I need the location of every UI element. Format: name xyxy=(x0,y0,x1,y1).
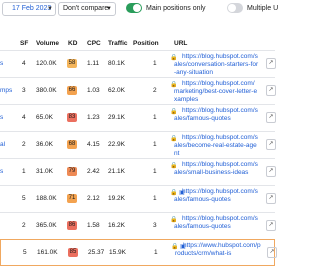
sf-count[interactable]: 3 xyxy=(22,87,26,94)
url-link[interactable]: https://blog.hubspot.com/sales/conversat… xyxy=(174,53,260,77)
position-value: 1 xyxy=(153,168,157,175)
kd-badge: 68 xyxy=(67,140,77,149)
sf-count[interactable]: 2 xyxy=(22,222,26,229)
chevron-down-icon: ▼ xyxy=(47,6,53,12)
main-positions-toggle[interactable] xyxy=(126,3,142,13)
url-link[interactable]: https://blog.hubspot.com/marketing/best-… xyxy=(174,80,260,104)
volume-value: 31.0K xyxy=(36,168,53,175)
volume-value: 120.0K xyxy=(36,60,57,67)
table-row: mps 3 380.0K 66 1.03 62.0K 2 🔒 https://blog.hubs… xyxy=(0,77,276,104)
multiple-urls-label: Multiple U xyxy=(247,5,279,12)
kd-badge: 71 xyxy=(67,194,77,203)
toolbar: 17 Feb 2023 ▼ Don't compare ▼ Main posit… xyxy=(0,0,279,20)
cpc-value: 25.37 xyxy=(88,249,105,256)
header-url[interactable]: URL xyxy=(174,40,187,47)
cpc-value: 2.12 xyxy=(87,195,100,202)
kd-badge: 83 xyxy=(67,113,77,122)
trend-chart-icon[interactable]: ↗ xyxy=(266,58,276,69)
header-volume[interactable]: Volume xyxy=(36,40,59,47)
compare-dropdown[interactable]: Don't compare ▼ xyxy=(58,2,116,16)
table-row: s 4 120.0K 58 1.11 80.1K 1 🔒 https://blog.hubspo… xyxy=(0,50,276,77)
url-link[interactable]: https://blog.hubspot.com/sales/famous-qu… xyxy=(174,215,260,231)
url-link[interactable]: https://blog.hubspot.com/sales/become-re… xyxy=(174,134,260,158)
main-positions-label: Main positions only xyxy=(146,5,206,12)
date-picker-button[interactable]: 17 Feb 2023 ▼ xyxy=(2,2,56,16)
sf-count[interactable]: 5 xyxy=(23,249,27,256)
volume-value: 380.0K xyxy=(36,87,57,94)
trend-chart-icon[interactable]: ↗ xyxy=(266,193,276,204)
traffic-value: 29.1K xyxy=(108,114,125,121)
position-value: 2 xyxy=(153,87,157,94)
trend-chart-icon[interactable]: ↗ xyxy=(267,247,277,258)
header-cpc[interactable]: CPC xyxy=(87,40,101,47)
sf-count[interactable]: 4 xyxy=(22,60,26,67)
header-sf[interactable]: SF xyxy=(20,40,28,47)
keyword-fragment[interactable]: al xyxy=(0,141,5,148)
keyword-fragment[interactable]: s xyxy=(0,60,3,67)
cpc-value: 4.15 xyxy=(87,141,100,148)
header-position[interactable]: Position xyxy=(133,40,159,47)
sf-count[interactable]: 4 xyxy=(22,114,26,121)
sf-count[interactable]: 2 xyxy=(22,141,26,148)
position-value: 3 xyxy=(153,222,157,229)
position-value: 1 xyxy=(154,249,158,256)
url-link[interactable]: https://blog.hubspot.com/sales/famous-qu… xyxy=(174,188,260,204)
volume-value: 188.0K xyxy=(36,195,57,202)
table-row: al 2 36.0K 68 4.15 22.9K 1 🔒 https://blog.hubspo… xyxy=(0,131,276,158)
trend-chart-icon[interactable]: ↗ xyxy=(266,220,276,231)
url-link[interactable]: https://www.hubspot.com/products/crm/wha… xyxy=(175,242,261,258)
multiple-urls-toggle[interactable] xyxy=(227,3,243,13)
traffic-value: 15.9K xyxy=(109,249,126,256)
trend-chart-icon[interactable]: ↗ xyxy=(266,166,276,177)
cpc-value: 2.42 xyxy=(87,168,100,175)
volume-value: 365.0K xyxy=(36,222,57,229)
table-row: s 4 65.0K 83 1.23 29.1K 1 🔒 https://blog.hubspot… xyxy=(0,104,276,131)
table-row: 5 161.0K 85 25.37 15.9K 1 🔒 ▣ https://www.hubsp… xyxy=(0,239,277,266)
position-value: 1 xyxy=(153,141,157,148)
cpc-value: 1.23 xyxy=(87,114,100,121)
kd-badge: 66 xyxy=(67,86,77,95)
trend-chart-icon[interactable]: ↗ xyxy=(266,85,276,96)
traffic-value: 16.2K xyxy=(108,222,125,229)
cpc-value: 1.03 xyxy=(87,87,100,94)
position-value: 1 xyxy=(153,60,157,67)
volume-value: 65.0K xyxy=(36,114,53,121)
table-row: s 1 31.0K 79 2.42 21.1K 1 🔒 https://blog.hubspot… xyxy=(0,158,276,185)
date-label: 17 Feb 2023 xyxy=(12,5,52,12)
volume-value: 36.0K xyxy=(36,141,53,148)
keyword-fragment[interactable]: s xyxy=(0,114,3,121)
cpc-value: 1.11 xyxy=(87,60,100,67)
position-value: 1 xyxy=(153,114,157,121)
trend-chart-icon[interactable]: ↗ xyxy=(266,112,276,123)
cpc-value: 1.58 xyxy=(87,222,100,229)
url-link[interactable]: https://blog.hubspot.com/sales/famous-qu… xyxy=(174,107,260,123)
header-traffic[interactable]: Traffic xyxy=(108,40,128,47)
header-kd[interactable]: KD xyxy=(68,40,77,47)
volume-value: 161.0K xyxy=(37,249,58,256)
position-value: 1 xyxy=(153,195,157,202)
kd-badge: 85 xyxy=(68,248,78,257)
compare-label: Don't compare xyxy=(63,5,109,12)
traffic-value: 19.2K xyxy=(108,195,125,202)
table-row: 5 188.0K 71 2.12 19.2K 1 🔒 ▣ https://blog.hubsp… xyxy=(0,185,276,212)
kd-badge: 86 xyxy=(67,221,77,230)
traffic-value: 22.9K xyxy=(108,141,125,148)
table-header: SF Volume KD CPC Traffic Position URL xyxy=(0,38,275,50)
sf-count[interactable]: 1 xyxy=(22,168,26,175)
kd-badge: 58 xyxy=(67,59,77,68)
trend-chart-icon[interactable]: ↗ xyxy=(266,139,276,150)
keyword-fragment[interactable]: s xyxy=(0,168,3,175)
keyword-fragment[interactable]: mps xyxy=(0,87,12,94)
table-row: 2 365.0K 86 1.58 16.2K 3 🔒 https://blog.hubspot… xyxy=(0,212,276,239)
chevron-down-icon: ▼ xyxy=(106,6,112,12)
traffic-value: 21.1K xyxy=(108,168,125,175)
kd-badge: 79 xyxy=(67,167,77,176)
traffic-value: 80.1K xyxy=(108,60,125,67)
traffic-value: 62.0K xyxy=(108,87,125,94)
sf-count[interactable]: 5 xyxy=(22,195,26,202)
url-link[interactable]: https://blog.hubspot.com/sales/small-bus… xyxy=(174,161,260,177)
